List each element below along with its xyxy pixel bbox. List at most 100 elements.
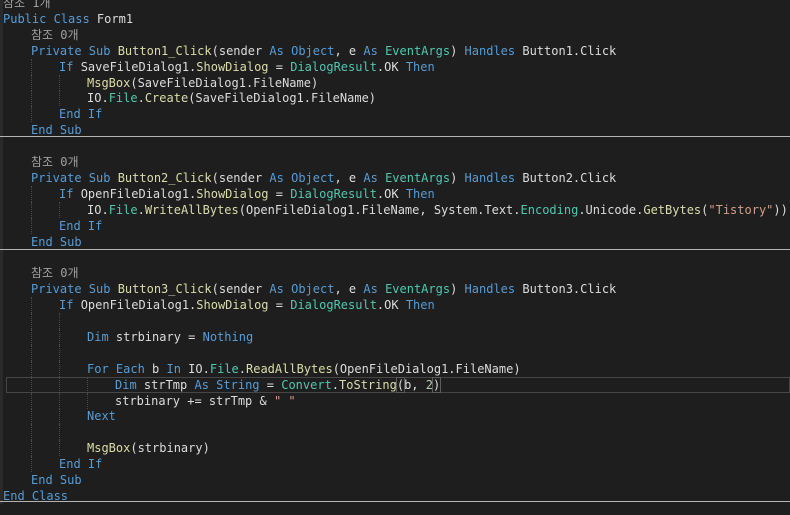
code-token: End If — [59, 107, 103, 122]
indent-guide — [31, 58, 32, 75]
line-margin-marker — [0, 106, 3, 123]
code-token: = — [268, 59, 291, 74]
indent-guide — [31, 297, 32, 314]
indent-guide — [31, 392, 32, 409]
code-token: ShowDialog — [196, 298, 269, 313]
code-token: Form1 — [96, 11, 134, 26]
code-line[interactable]: Dim strTmp As String = Convert.ToString(… — [0, 376, 790, 393]
code-line[interactable]: IO.File.Create(SaveFileDialog1.FileName) — [0, 90, 790, 107]
code-text: End Sub — [31, 472, 82, 488]
code-token: ) — [450, 43, 465, 58]
line-margin-marker — [0, 154, 3, 170]
code-line[interactable]: IO.File.WriteAllBytes(OpenFileDialog1.Fi… — [0, 201, 790, 218]
indent-guide — [31, 106, 32, 123]
code-token: IO. — [188, 361, 210, 376]
code-token: Button1_Click — [117, 43, 212, 58]
indent-guide — [59, 344, 60, 361]
code-token: b, — [404, 377, 426, 392]
code-token: As — [363, 43, 386, 58]
indent-guide — [31, 440, 32, 457]
code-line[interactable]: End If — [0, 217, 790, 234]
code-token: Object — [291, 282, 335, 297]
code-token: In — [166, 361, 189, 376]
code-token: "Tistory" — [708, 202, 774, 217]
code-token: As — [363, 282, 386, 297]
code-token: 2 — [425, 377, 433, 392]
code-line[interactable]: End Sub — [0, 472, 790, 488]
code-line[interactable]: Dim strbinary = Nothing — [0, 328, 790, 345]
code-token: .OK — [376, 298, 406, 313]
code-token: MsgBox — [87, 75, 131, 90]
line-margin-marker — [0, 233, 3, 250]
line-margin-marker — [0, 201, 3, 218]
line-margin-marker — [0, 360, 3, 377]
indent-guide — [59, 360, 60, 377]
code-token: 참조 0개 — [31, 155, 79, 169]
code-token: Private Sub — [31, 170, 118, 185]
code-editor[interactable]: 참조 1개 Public Class Form1 참조 0개 Private Sub … — [0, 0, 790, 515]
codelens-reference-hint[interactable]: 참조 0개 — [0, 154, 790, 170]
code-token: strbinary = — [115, 329, 203, 344]
indent-guide — [31, 201, 32, 218]
code-line[interactable]: If SaveFileDialog1.ShowDialog = DialogRe… — [0, 58, 790, 75]
code-token: Then — [405, 186, 435, 201]
code-line[interactable]: Private Sub Button3_Click(sender As Obje… — [0, 281, 790, 298]
code-token: IO. — [87, 91, 109, 106]
code-token: Button2.Click — [522, 170, 617, 185]
code-token: . — [238, 361, 246, 376]
code-token: (sender — [211, 43, 270, 58]
code-token: If — [59, 186, 81, 201]
code-line[interactable] — [0, 249, 790, 266]
code-token: EventArgs — [385, 170, 451, 185]
code-text: If OpenFileDialog1.ShowDialog = DialogRe… — [59, 297, 435, 313]
code-token: Then — [405, 59, 435, 74]
code-line[interactable]: MsgBox(SaveFileDialog1.FileName) — [0, 74, 790, 91]
code-line[interactable]: End If — [0, 106, 790, 123]
code-line[interactable]: End Sub — [0, 233, 790, 250]
code-line[interactable]: Private Sub Button1_Click(sender As Obje… — [0, 42, 790, 59]
line-margin-marker — [0, 344, 3, 361]
code-token: For Each — [87, 361, 153, 376]
code-line[interactable] — [0, 344, 790, 361]
codelens-reference-hint[interactable]: 참조 0개 — [0, 26, 790, 43]
line-margin-marker — [0, 424, 3, 441]
code-line[interactable]: MsgBox(strbinary) — [0, 440, 790, 457]
code-line[interactable]: If OpenFileDialog1.ShowDialog = DialogRe… — [0, 297, 790, 314]
code-token: = — [268, 186, 291, 201]
code-text: If OpenFileDialog1.ShowDialog = DialogRe… — [59, 186, 435, 202]
code-token: Button1.Click — [522, 43, 617, 58]
codelens-reference-hint[interactable]: 참조 0개 — [0, 265, 790, 282]
code-token: (SaveFileDialog1.FileName) — [188, 91, 377, 106]
code-token: ) — [450, 170, 465, 185]
line-margin-marker — [0, 313, 3, 329]
code-token: Object — [291, 170, 335, 185]
indent-guide — [59, 90, 60, 107]
code-token: Next — [87, 409, 116, 424]
code-token: File — [209, 361, 239, 376]
codelens-reference-hint[interactable]: 참조 1개 — [0, 0, 790, 11]
code-token: If — [59, 59, 81, 74]
code-token: (sender — [211, 170, 270, 185]
code-token: EventArgs — [385, 282, 451, 297]
code-line[interactable] — [0, 424, 790, 441]
code-text: Private Sub Button1_Click(sender As Obje… — [31, 43, 616, 59]
indent-guide — [31, 424, 32, 441]
code-token: EventArgs — [385, 43, 451, 58]
code-token: Handles — [464, 43, 523, 58]
code-line[interactable] — [0, 313, 790, 329]
code-line[interactable]: strbinary += strTmp & " " — [0, 392, 790, 409]
code-token: .OK — [376, 186, 406, 201]
code-text: Next — [87, 408, 116, 424]
code-line[interactable]: Next — [0, 408, 790, 425]
code-line[interactable]: If OpenFileDialog1.ShowDialog = DialogRe… — [0, 185, 790, 202]
line-margin-marker — [0, 217, 3, 234]
code-line[interactable]: End If — [0, 456, 790, 473]
code-line[interactable]: For Each b In IO.File.ReadAllBytes(OpenF… — [0, 360, 790, 377]
code-line[interactable]: Private Sub Button2_Click(sender As Obje… — [0, 169, 790, 186]
code-text: Dim strbinary = Nothing — [87, 329, 253, 345]
line-margin-marker — [0, 169, 3, 186]
indent-guide — [59, 201, 60, 218]
code-line[interactable] — [0, 138, 790, 155]
code-line[interactable]: Public Class Form1 — [0, 10, 790, 27]
code-token: End Sub — [31, 234, 82, 249]
